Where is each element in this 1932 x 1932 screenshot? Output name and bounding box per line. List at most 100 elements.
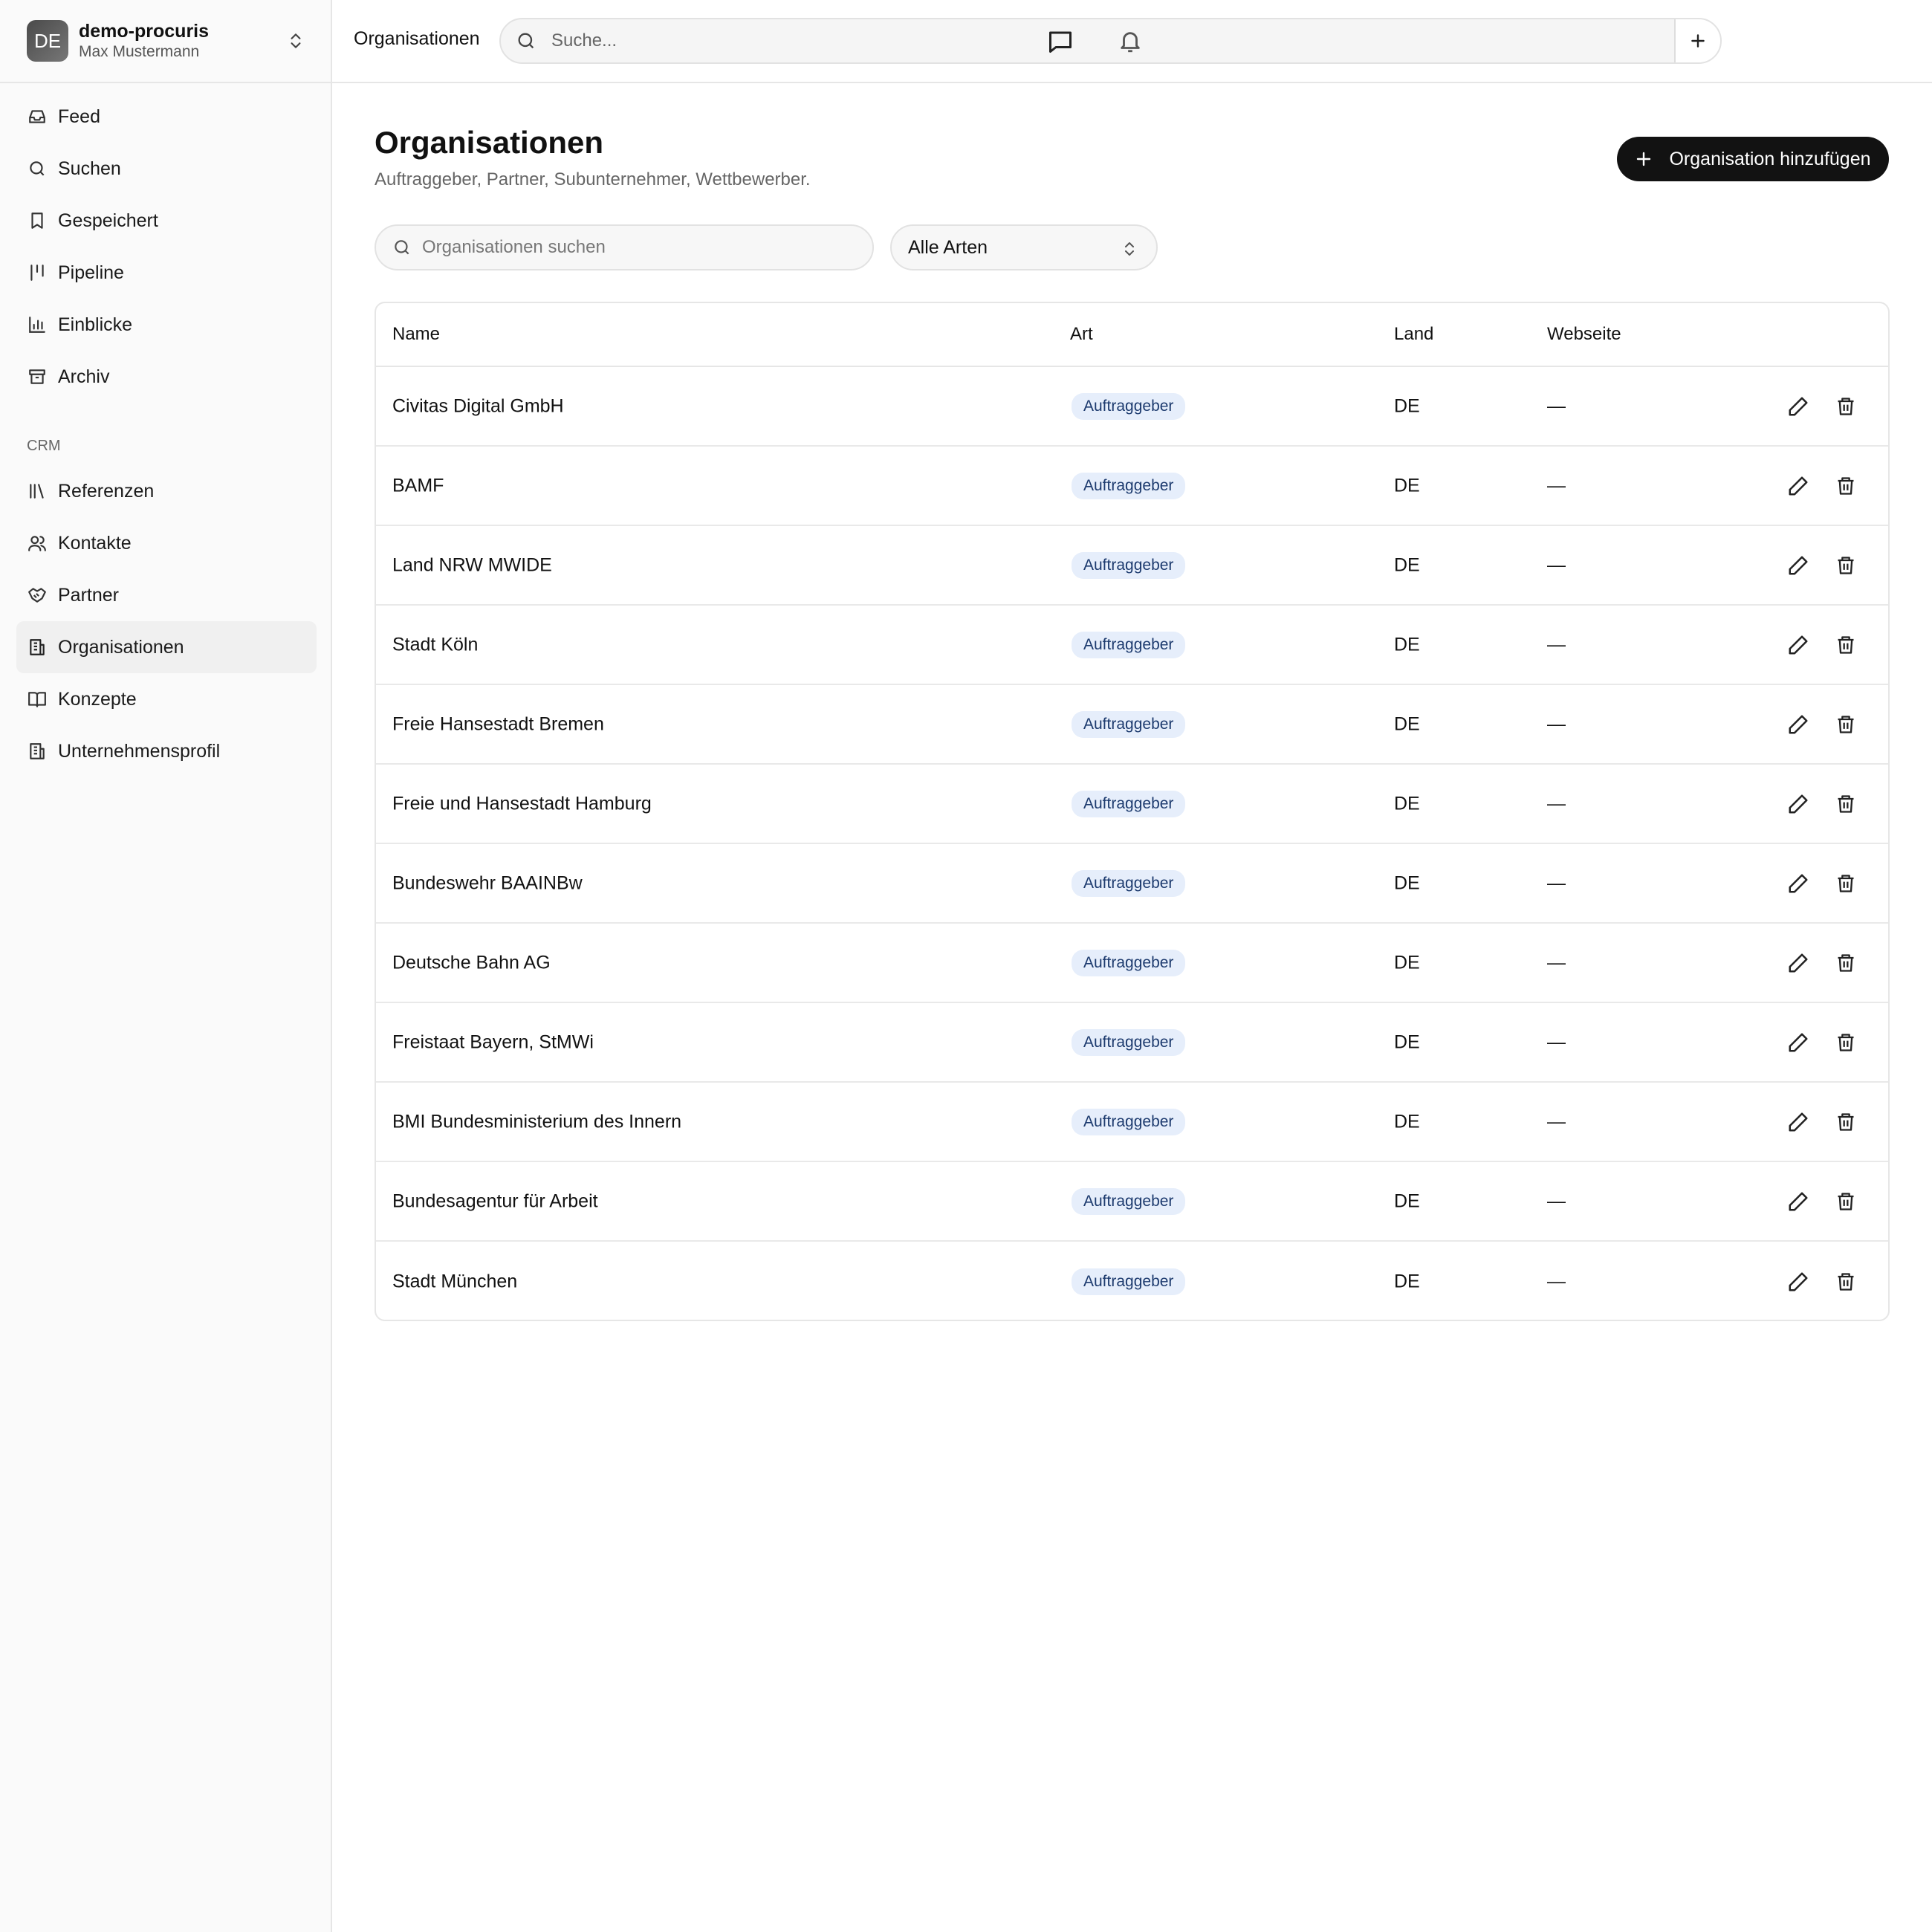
column-header-art[interactable]: Art (1070, 324, 1093, 345)
edit-button[interactable] (1786, 792, 1810, 816)
org-name[interactable]: BAMF (392, 475, 444, 496)
column-header-name[interactable]: Name (392, 324, 440, 345)
table-row[interactable]: Stadt München Auftraggeber DE — (376, 1242, 1888, 1320)
type-filter-select[interactable]: Alle Arten (890, 224, 1158, 270)
table-row[interactable]: Stadt Köln Auftraggeber DE — (376, 606, 1888, 685)
sidebar-item-label: Gespeichert (58, 210, 158, 231)
org-type-badge: Auftraggeber (1072, 631, 1186, 658)
bookmark-icon (27, 210, 48, 231)
add-organisation-button[interactable]: Organisation hinzufügen (1617, 137, 1889, 181)
sidebar-item-unternehmensprofil[interactable]: Unternehmensprofil (16, 725, 317, 777)
delete-button[interactable] (1834, 554, 1858, 577)
edit-button[interactable] (1786, 951, 1810, 975)
global-search[interactable] (499, 18, 1722, 64)
org-name[interactable]: Freie Hansestadt Bremen (392, 713, 604, 735)
pencil-icon (1789, 635, 1808, 654)
delete-button[interactable] (1834, 1031, 1858, 1054)
table-row[interactable]: Land NRW MWIDE Auftraggeber DE — (376, 526, 1888, 606)
trash-icon (1838, 556, 1854, 574)
delete-button[interactable] (1834, 1270, 1858, 1294)
sidebar-item-konzepte[interactable]: Konzepte (16, 673, 317, 725)
edit-button[interactable] (1786, 1110, 1810, 1134)
org-type-badge: Auftraggeber (1072, 710, 1186, 738)
sidebar-item-partner[interactable]: Partner (16, 569, 317, 621)
table-row[interactable]: BMI Bundesministerium des Innern Auftrag… (376, 1083, 1888, 1162)
sidebar-item-einblicke[interactable]: Einblicke (16, 299, 317, 351)
org-country: DE (1394, 1111, 1420, 1132)
sidebar-item-pipeline[interactable]: Pipeline (16, 247, 317, 299)
delete-button[interactable] (1834, 395, 1858, 418)
edit-button[interactable] (1786, 713, 1810, 736)
edit-button[interactable] (1786, 554, 1810, 577)
messages-button[interactable] (1046, 27, 1075, 56)
org-name[interactable]: BMI Bundesministerium des Innern (392, 1111, 681, 1132)
sidebar-item-kontakte[interactable]: Kontakte (16, 517, 317, 569)
delete-button[interactable] (1834, 872, 1858, 895)
org-name[interactable]: Land NRW MWIDE (392, 554, 552, 576)
table-row[interactable]: Bundeswehr BAAINBw Auftraggeber DE — (376, 844, 1888, 924)
org-name[interactable]: Freie und Hansestadt Hamburg (392, 793, 652, 814)
edit-button[interactable] (1786, 395, 1810, 418)
edit-button[interactable] (1786, 1190, 1810, 1213)
search-icon (395, 240, 409, 255)
org-website: — (1547, 1271, 1566, 1291)
quick-add-button[interactable] (1674, 19, 1720, 62)
delete-button[interactable] (1834, 951, 1858, 975)
delete-button[interactable] (1834, 633, 1858, 657)
pencil-icon (1789, 1272, 1808, 1291)
edit-button[interactable] (1786, 1270, 1810, 1294)
search-icon (518, 33, 534, 49)
table-row[interactable]: Civitas Digital GmbH Auftraggeber DE — (376, 367, 1888, 447)
org-name[interactable]: Bundeswehr BAAINBw (392, 872, 583, 894)
org-country: DE (1394, 952, 1420, 973)
sidebar-item-suchen[interactable]: Suchen (16, 143, 317, 195)
org-type-badge: Auftraggeber (1072, 1187, 1186, 1215)
sidebar-item-archiv[interactable]: Archiv (16, 351, 317, 403)
org-type-badge: Auftraggeber (1072, 551, 1186, 579)
org-website: — (1547, 554, 1566, 575)
sidebar-item-gespeichert[interactable]: Gespeichert (16, 195, 317, 247)
add-organisation-label: Organisation hinzufügen (1669, 148, 1871, 169)
sidebar-item-feed[interactable]: Feed (16, 91, 317, 143)
sidebar-item-label: Einblicke (58, 314, 133, 335)
org-name[interactable]: Deutsche Bahn AG (392, 952, 551, 973)
sidebar-item-referenzen[interactable]: Referenzen (16, 465, 317, 517)
edit-button[interactable] (1786, 633, 1810, 657)
table-row[interactable]: Bundesagentur für Arbeit Auftraggeber DE… (376, 1162, 1888, 1242)
delete-button[interactable] (1834, 792, 1858, 816)
column-header-land[interactable]: Land (1394, 324, 1433, 345)
edit-button[interactable] (1786, 872, 1810, 895)
workspace-switcher[interactable]: DE demo-procuris Max Mustermann (0, 0, 332, 83)
pencil-icon (1789, 476, 1808, 495)
delete-button[interactable] (1834, 1190, 1858, 1213)
column-header-webseite[interactable]: Webseite (1547, 324, 1621, 345)
pencil-icon (1789, 794, 1808, 813)
delete-button[interactable] (1834, 1110, 1858, 1134)
table-row[interactable]: Freie Hansestadt Bremen Auftraggeber DE … (376, 685, 1888, 765)
org-name[interactable]: Civitas Digital GmbH (392, 395, 564, 417)
trash-icon (1838, 1272, 1854, 1291)
organisation-search[interactable] (375, 224, 874, 270)
edit-button[interactable] (1786, 1031, 1810, 1054)
org-name[interactable]: Freistaat Bayern, StMWi (392, 1031, 594, 1053)
trash-icon (1838, 1112, 1854, 1131)
org-website: — (1547, 395, 1566, 416)
org-name[interactable]: Stadt München (392, 1271, 517, 1292)
sidebar-item-organisationen[interactable]: Organisationen (16, 621, 317, 673)
table-row[interactable]: BAMF Auftraggeber DE — (376, 447, 1888, 526)
organisation-search-input[interactable] (422, 237, 872, 258)
table-row[interactable]: Freistaat Bayern, StMWi Auftraggeber DE … (376, 1003, 1888, 1083)
table-row[interactable]: Deutsche Bahn AG Auftraggeber DE — (376, 924, 1888, 1003)
page-subtitle: Auftraggeber, Partner, Subunternehmer, W… (375, 169, 811, 189)
org-website: — (1547, 872, 1566, 893)
org-name[interactable]: Stadt Köln (392, 634, 478, 655)
org-name[interactable]: Bundesagentur für Arbeit (392, 1190, 598, 1212)
book-open-icon (27, 689, 48, 710)
delete-button[interactable] (1834, 474, 1858, 498)
edit-button[interactable] (1786, 474, 1810, 498)
table-row[interactable]: Freie und Hansestadt Hamburg Auftraggebe… (376, 765, 1888, 844)
pencil-icon (1789, 715, 1808, 733)
global-search-input[interactable] (551, 30, 1674, 51)
delete-button[interactable] (1834, 713, 1858, 736)
notifications-button[interactable] (1115, 27, 1145, 56)
